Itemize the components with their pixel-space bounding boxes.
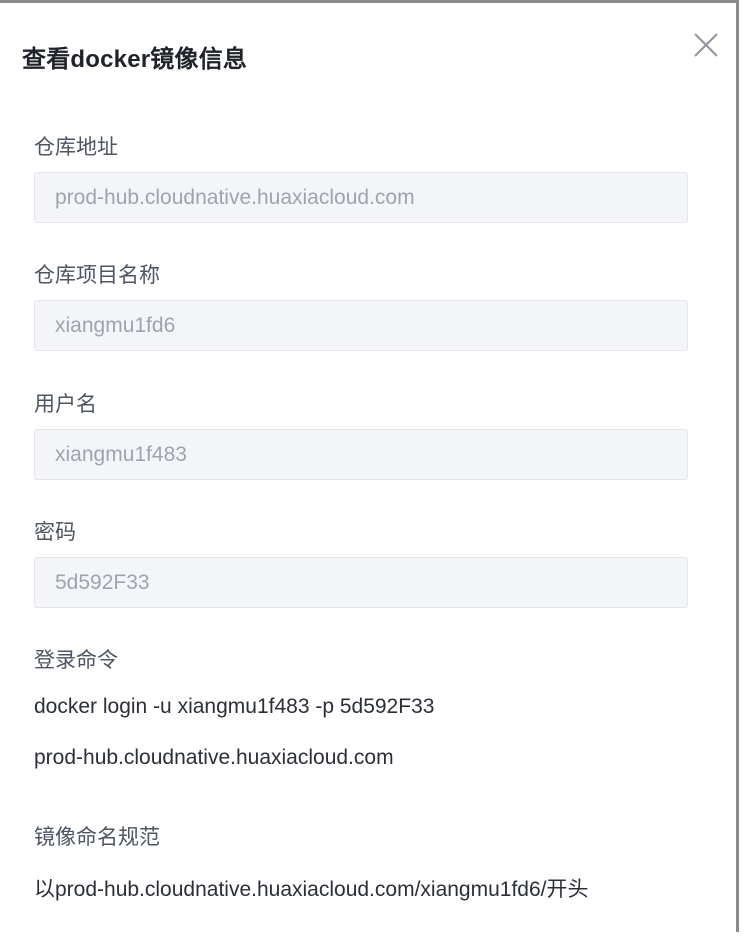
- docker-image-info-dialog: 查看docker镜像信息 仓库地址 仓库项目名称 用户名 密码 登录命令 doc…: [0, 0, 739, 932]
- login-command-line-1: docker login -u xiangmu1f483 -p 5d592F33: [34, 695, 435, 718]
- password-label: 密码: [34, 521, 76, 544]
- close-button[interactable]: [691, 30, 721, 60]
- login-command-label: 登录命令: [34, 649, 118, 672]
- repo-project-label: 仓库项目名称: [34, 264, 160, 287]
- close-icon[interactable]: [691, 30, 721, 60]
- naming-rule-label: 镜像命名规范: [34, 826, 160, 849]
- repo-address-label: 仓库地址: [34, 136, 118, 159]
- password-input[interactable]: [34, 557, 688, 608]
- naming-rule-text: 以prod-hub.cloudnative.huaxiacloud.com/xi…: [34, 878, 589, 901]
- repo-project-input[interactable]: [34, 300, 688, 351]
- repo-address-input[interactable]: [34, 172, 688, 223]
- username-label: 用户名: [34, 393, 97, 416]
- username-input[interactable]: [34, 429, 688, 480]
- dialog-title: 查看docker镜像信息: [22, 46, 248, 73]
- login-command-line-2: prod-hub.cloudnative.huaxiacloud.com: [34, 746, 394, 769]
